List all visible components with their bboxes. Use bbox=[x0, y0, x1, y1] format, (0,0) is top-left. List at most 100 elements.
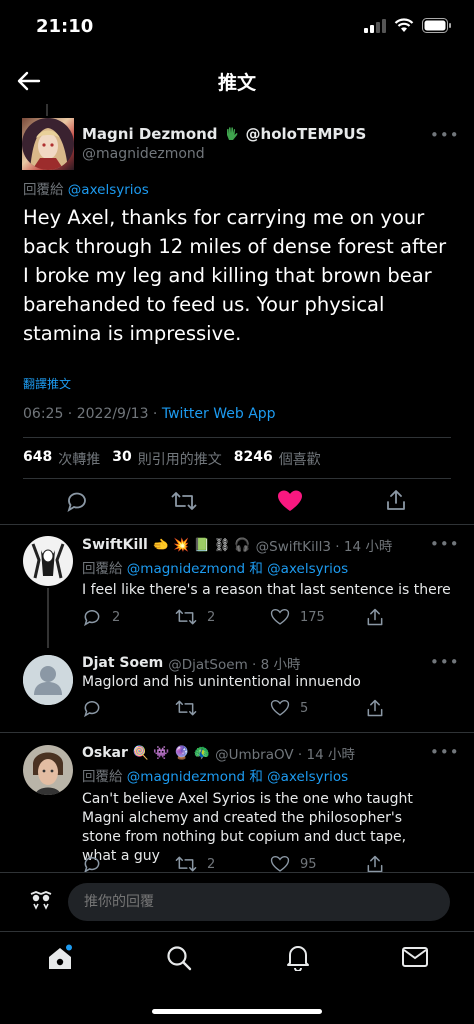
reply-meta[interactable]: @UmbraOV · 14 小時 bbox=[215, 743, 355, 763]
share-icon[interactable] bbox=[384, 488, 408, 512]
reply-meta[interactable]: @DjatSoem · 8 小時 bbox=[168, 653, 300, 673]
spaces-icon[interactable] bbox=[28, 888, 54, 912]
reply-icon[interactable] bbox=[82, 607, 102, 627]
reply-meta[interactable]: @SwiftKill3 · 14 小時 bbox=[256, 535, 393, 555]
reply-count: 2 bbox=[112, 609, 121, 625]
author-username[interactable]: @magnidezmond bbox=[82, 146, 205, 162]
divider bbox=[0, 732, 474, 733]
reply-prefix: 回覆給 bbox=[82, 769, 123, 785]
thread-line bbox=[46, 104, 48, 116]
status-bar: 21:10 bbox=[0, 0, 474, 56]
status-time: 21:10 bbox=[36, 16, 94, 37]
avatar-image bbox=[23, 536, 73, 586]
retweet-count: 2 bbox=[207, 856, 216, 872]
battery-icon bbox=[422, 18, 451, 33]
reply-text: Can't believe Axel Syrios is the one who… bbox=[82, 791, 413, 864]
tweet-text: Hey Axel, thanks for carrying me on your… bbox=[23, 206, 447, 345]
avatar[interactable] bbox=[22, 118, 74, 170]
reply-input[interactable] bbox=[68, 883, 450, 921]
heart-icon[interactable] bbox=[270, 698, 290, 718]
like-action[interactable]: 95 bbox=[270, 854, 317, 874]
quote-count[interactable]: 30 bbox=[112, 449, 131, 469]
avatar-image bbox=[22, 118, 74, 170]
retweet-label[interactable]: 次轉推 bbox=[58, 449, 100, 469]
reply-text: I feel like there's a reason that last s… bbox=[82, 582, 451, 598]
divider bbox=[23, 437, 451, 438]
reply-to-link[interactable]: @axelsyrios bbox=[68, 182, 149, 198]
like-count[interactable]: 8246 bbox=[234, 449, 273, 469]
default-profile-icon bbox=[23, 655, 73, 705]
reply-author-name[interactable]: SwiftKill bbox=[82, 537, 148, 553]
retweet-action[interactable]: 2 bbox=[175, 854, 215, 874]
more-options-icon[interactable]: ••• bbox=[430, 743, 460, 761]
reply-to-link[interactable]: @magnidezmond 和 @axelsyrios bbox=[127, 561, 348, 577]
tweet-timestamp: 06:25 · 2022/9/13 · Twitter Web App bbox=[23, 406, 276, 422]
liked-heart-icon[interactable] bbox=[277, 489, 303, 513]
like-action[interactable]: 5 bbox=[270, 698, 308, 718]
status-icons bbox=[364, 18, 452, 33]
main-tweet-author[interactable]: Magni Dezmond @holoTEMPUS bbox=[82, 125, 366, 143]
reply-icon[interactable] bbox=[65, 489, 89, 513]
retweet-icon[interactable] bbox=[175, 854, 197, 874]
timestamp-text: 06:25 · 2022/9/13 · bbox=[23, 406, 162, 422]
name-emojis: 🫲 💥 📗 ⛓ 🎧 bbox=[152, 537, 251, 553]
reply-icon[interactable] bbox=[82, 698, 102, 718]
home-indicator bbox=[152, 1009, 322, 1014]
share-icon[interactable] bbox=[365, 607, 385, 627]
more-options-icon[interactable]: ••• bbox=[430, 653, 460, 671]
author-extra-handle[interactable]: @holoTEMPUS bbox=[246, 125, 367, 143]
signal-icon bbox=[364, 18, 386, 33]
source-link[interactable]: Twitter Web App bbox=[162, 406, 276, 422]
like-count: 95 bbox=[300, 856, 317, 872]
avatar[interactable] bbox=[23, 745, 73, 795]
more-options-icon[interactable]: ••• bbox=[430, 535, 460, 553]
notifications-bell-icon[interactable] bbox=[284, 943, 312, 971]
reply-prefix: 回覆給 bbox=[23, 182, 64, 198]
retweet-icon[interactable] bbox=[171, 489, 197, 513]
reply-icon[interactable] bbox=[82, 854, 102, 874]
heart-icon[interactable] bbox=[270, 854, 290, 874]
avatar-image bbox=[23, 745, 73, 795]
like-label[interactable]: 個喜歡 bbox=[279, 449, 321, 469]
share-icon[interactable] bbox=[365, 854, 385, 874]
hand-emoji-icon bbox=[226, 127, 237, 140]
like-action[interactable]: 175 bbox=[270, 607, 325, 627]
name-emojis: 🍭 👾 🔮 🦚 bbox=[132, 745, 211, 761]
reply-to-line: 回覆給 @magnidezmond 和 @axelsyrios bbox=[82, 557, 348, 577]
share-icon[interactable] bbox=[365, 698, 385, 718]
translate-link[interactable]: 翻譯推文 bbox=[23, 375, 71, 392]
page-title: 推文 bbox=[217, 72, 256, 94]
reply-author-name[interactable]: Oskar bbox=[82, 745, 128, 761]
reply-action[interactable]: 2 bbox=[82, 607, 120, 627]
reply-to-line: 回覆給 @axelsyrios bbox=[23, 178, 149, 198]
reply-author-name[interactable]: Djat Soem bbox=[82, 655, 163, 671]
search-icon[interactable] bbox=[165, 944, 193, 972]
more-options-icon[interactable]: ••• bbox=[430, 126, 460, 144]
retweet-action[interactable]: 2 bbox=[175, 607, 215, 627]
retweet-count[interactable]: 648 bbox=[23, 449, 52, 469]
reply-to-line: 回覆給 @magnidezmond 和 @axelsyrios bbox=[82, 765, 348, 785]
quote-label[interactable]: 則引用的推文 bbox=[138, 449, 222, 469]
wifi-icon bbox=[394, 18, 414, 32]
avatar[interactable] bbox=[23, 655, 73, 705]
divider bbox=[23, 478, 451, 479]
like-count: 175 bbox=[300, 609, 325, 625]
like-count: 5 bbox=[300, 700, 309, 716]
heart-icon[interactable] bbox=[270, 607, 290, 627]
header: 推文 bbox=[0, 56, 474, 106]
tweet-stats: 648 次轉推 30 則引用的推文 8246 個喜歡 bbox=[23, 449, 321, 469]
home-icon[interactable] bbox=[46, 944, 74, 972]
reply-text: Maglord and his unintentional innuendo bbox=[82, 674, 361, 690]
reply-to-link[interactable]: @magnidezmond 和 @axelsyrios bbox=[127, 769, 348, 785]
reply-author-line[interactable]: Oskar 🍭 👾 🔮 🦚 @UmbraOV · 14 小時 bbox=[82, 743, 355, 763]
avatar[interactable] bbox=[23, 536, 73, 586]
reply-prefix: 回覆給 bbox=[82, 561, 123, 577]
reply-author-line[interactable]: Djat Soem @DjatSoem · 8 小時 bbox=[82, 653, 300, 673]
retweet-icon[interactable] bbox=[175, 698, 197, 718]
author-name[interactable]: Magni Dezmond bbox=[82, 125, 218, 143]
divider bbox=[0, 524, 474, 525]
retweet-count: 2 bbox=[207, 609, 216, 625]
retweet-icon[interactable] bbox=[175, 607, 197, 627]
messages-envelope-icon[interactable] bbox=[401, 945, 429, 969]
reply-author-line[interactable]: SwiftKill 🫲 💥 📗 ⛓ 🎧 @SwiftKill3 · 14 小時 bbox=[82, 535, 392, 555]
